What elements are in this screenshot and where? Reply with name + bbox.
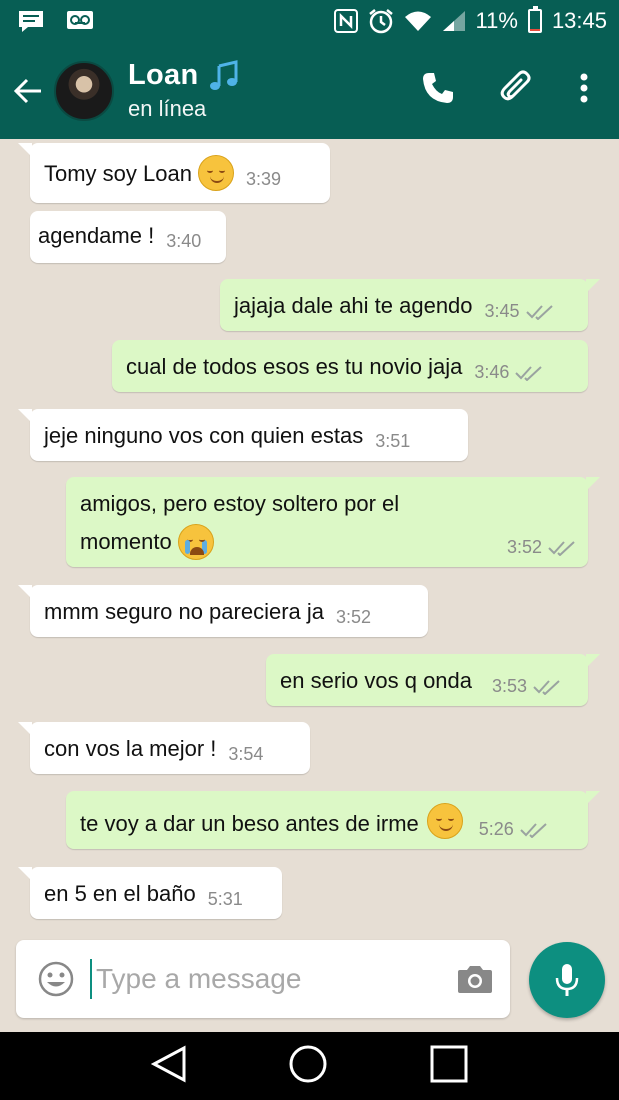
message-time: 3:53 <box>492 676 561 697</box>
message-text: con vos la mejor ! <box>44 736 217 761</box>
contact-name: Loan <box>128 59 199 91</box>
message-time: 5:31 <box>207 889 243 909</box>
more-icon <box>580 73 588 103</box>
read-receipt-icon <box>515 365 543 381</box>
message-time: 3:51 <box>375 431 411 451</box>
camera-icon <box>458 966 492 993</box>
read-receipt-icon <box>525 304 553 320</box>
message-incoming[interactable]: con vos la mejor ! 3:54 <box>18 722 310 774</box>
message-outgoing[interactable]: en serio vos q onda 3:53 <box>266 654 600 706</box>
message-time: 3:52 <box>336 607 372 627</box>
time-label: 3:46 <box>474 362 510 382</box>
message-incoming[interactable]: en 5 en el baño 5:31 <box>18 867 282 919</box>
time-label: 3:52 <box>506 537 542 557</box>
battery-percent: 11% <box>475 8 518 33</box>
message-incoming[interactable]: mmm seguro no pareciera ja 3:52 <box>18 585 428 637</box>
smiling-blush-emoji-icon <box>426 803 463 839</box>
message-text-line2: momento <box>80 529 172 554</box>
chat-header: Loan en línea <box>0 42 619 139</box>
circle-home-icon <box>289 1045 327 1082</box>
message-icon <box>18 10 44 32</box>
contact-info[interactable]: Loan en línea <box>128 59 421 122</box>
avatar[interactable] <box>54 60 114 121</box>
nav-home-button[interactable] <box>288 1044 328 1089</box>
message-incoming[interactable]: agendame ! 3:40 <box>30 211 226 263</box>
triangle-back-icon <box>150 1045 186 1082</box>
read-receipt-icon <box>520 822 547 838</box>
nav-back-button[interactable] <box>150 1045 187 1088</box>
attach-icon <box>500 70 531 101</box>
alarm-icon <box>368 8 394 34</box>
voice-record-button[interactable] <box>529 942 605 1018</box>
time-label: 5:26 <box>478 819 514 839</box>
back-arrow-icon <box>13 78 41 103</box>
microphone-icon <box>555 964 579 996</box>
attach-button[interactable] <box>499 70 535 111</box>
message-text: amigos, pero estoy soltero por el <box>80 491 400 516</box>
nav-recents-button[interactable] <box>430 1045 468 1088</box>
battery-icon <box>527 6 542 33</box>
phone-icon <box>423 73 453 103</box>
nfc-icon <box>333 9 358 33</box>
message-text: jajaja dale ahi te agendo <box>234 293 473 318</box>
call-button[interactable] <box>421 71 455 110</box>
message-time: 3:54 <box>228 744 264 764</box>
back-button[interactable] <box>2 61 54 121</box>
chat-area[interactable]: Tomy soy Loan 3:39 agendame ! 3:40 jajaj… <box>0 139 619 932</box>
message-text: mmm seguro no pareciera ja <box>44 599 325 624</box>
message-time: 3:46 <box>474 362 543 383</box>
message-incoming[interactable]: jeje ninguno vos con quien estas 3:51 <box>18 409 468 461</box>
signal-icon <box>442 10 466 32</box>
message-outgoing[interactable]: amigos, pero estoy soltero por el moment… <box>66 477 600 567</box>
time-label: 3:45 <box>484 301 520 321</box>
message-outgoing[interactable]: cual de todos esos es tu novio jaja 3:46 <box>112 340 588 392</box>
time-label: 3:53 <box>492 676 528 696</box>
square-recents-icon <box>430 1045 468 1082</box>
music-note-icon <box>210 59 238 90</box>
contact-status: en línea <box>128 96 207 121</box>
android-nav-bar <box>0 1032 619 1100</box>
message-text: te voy a dar un beso antes de irme <box>80 811 419 836</box>
message-incoming[interactable]: Tomy soy Loan 3:39 <box>18 143 330 203</box>
message-text: en 5 en el baño <box>44 881 196 906</box>
read-receipt-icon <box>548 540 575 556</box>
emoji-button[interactable] <box>38 961 74 997</box>
message-time: 3:39 <box>245 169 282 189</box>
wifi-icon <box>404 10 432 32</box>
smiley-icon <box>38 961 74 997</box>
message-input[interactable] <box>90 959 457 999</box>
message-text: cual de todos esos es tu novio jaja <box>126 354 463 379</box>
message-time: 3:40 <box>166 231 202 251</box>
message-outgoing[interactable]: jajaja dale ahi te agendo 3:45 <box>220 279 600 331</box>
message-time: 5:26 <box>479 819 548 840</box>
message-text: Tomy soy Loan <box>44 161 192 186</box>
smiling-blush-emoji-icon <box>197 155 234 191</box>
message-text: en serio vos q onda <box>280 668 473 693</box>
compose-bar <box>16 940 510 1018</box>
read-receipt-icon <box>533 679 560 695</box>
message-text: jeje ninguno vos con quien estas <box>44 423 364 448</box>
voicemail-icon <box>66 10 94 32</box>
message-outgoing[interactable]: te voy a dar un beso antes de irme 5:26 <box>66 791 600 849</box>
menu-button[interactable] <box>579 73 589 108</box>
crying-emoji-icon <box>177 524 214 560</box>
camera-button[interactable] <box>457 964 493 994</box>
message-text: agendame ! <box>38 223 155 248</box>
status-bar: 11% 13:45 <box>0 0 619 42</box>
message-time: 3:45 <box>485 301 554 322</box>
clock: 13:45 <box>551 8 607 33</box>
message-time: 3:52 <box>507 537 576 558</box>
